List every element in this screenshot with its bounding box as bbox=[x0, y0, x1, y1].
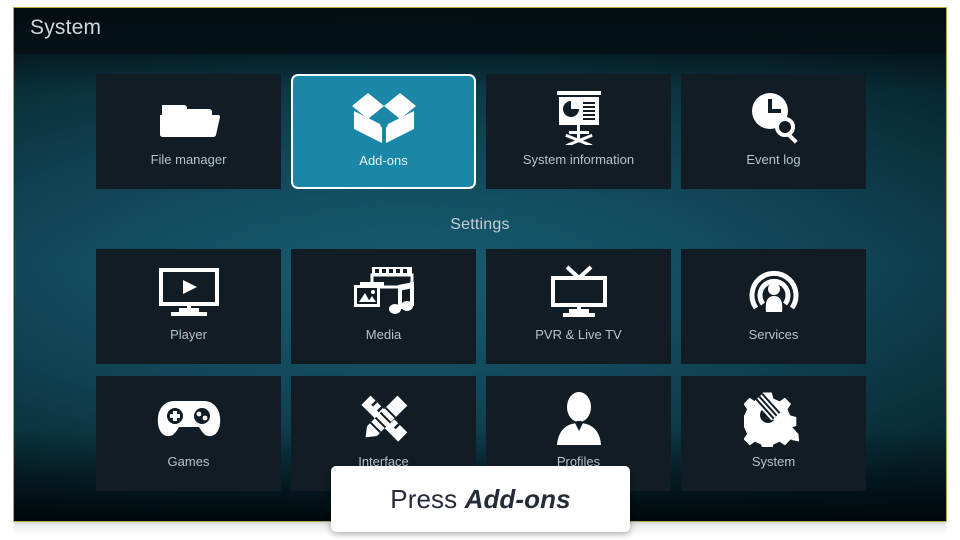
film-photo-music-icon bbox=[292, 256, 475, 328]
tile-label: Services bbox=[748, 327, 799, 342]
settings-tile-row: Player Media PVR & Live TV Services bbox=[96, 249, 866, 364]
folder-icon bbox=[97, 81, 280, 153]
open-box-icon bbox=[293, 82, 474, 154]
gear-wrench-icon bbox=[682, 383, 865, 455]
settings-section-heading: Settings bbox=[450, 216, 510, 233]
tile-services[interactable]: Services bbox=[681, 249, 866, 364]
instruction-tooltip: Press Add-ons bbox=[331, 466, 630, 532]
tile-label: Media bbox=[365, 327, 402, 342]
instruction-emphasis: Add-ons bbox=[464, 483, 571, 514]
kodi-window: System File manager Add-ons System infor… bbox=[13, 7, 947, 522]
top-tile-row: File manager Add-ons System information … bbox=[96, 74, 866, 189]
pencil-ruler-icon bbox=[292, 383, 475, 455]
clock-search-icon bbox=[682, 81, 865, 153]
monitor-play-icon bbox=[97, 256, 280, 328]
tile-label: Player bbox=[170, 327, 207, 342]
instruction-prefix: Press bbox=[390, 483, 465, 514]
tv-antenna-icon bbox=[487, 256, 670, 328]
tile-file-manager[interactable]: File manager bbox=[96, 74, 281, 189]
tile-system-information[interactable]: System information bbox=[486, 74, 671, 189]
tile-media[interactable]: Media bbox=[291, 249, 476, 364]
screenshot-page: System File manager Add-ons System infor… bbox=[0, 0, 960, 540]
page-title: System bbox=[30, 16, 102, 39]
tile-games[interactable]: Games bbox=[96, 376, 281, 491]
tile-event-log[interactable]: Event log bbox=[681, 74, 866, 189]
tile-label: Add-ons bbox=[359, 153, 408, 168]
tile-label: PVR & Live TV bbox=[535, 327, 622, 342]
tile-label: File manager bbox=[150, 152, 227, 167]
tile-player[interactable]: Player bbox=[96, 249, 281, 364]
tile-label: Event log bbox=[746, 152, 801, 167]
tile-label: System information bbox=[522, 152, 635, 167]
tile-system[interactable]: System bbox=[681, 376, 866, 491]
header-bar: System bbox=[14, 8, 946, 54]
broadcast-person-icon bbox=[682, 256, 865, 328]
gamepad-icon bbox=[97, 383, 280, 455]
tile-add-ons[interactable]: Add-ons bbox=[291, 74, 476, 189]
tile-pvr-live-tv[interactable]: PVR & Live TV bbox=[486, 249, 671, 364]
person-icon bbox=[487, 383, 670, 455]
presentation-board-icon bbox=[487, 81, 670, 153]
tile-label: Games bbox=[167, 454, 210, 469]
instruction-text: Press Add-ons bbox=[390, 484, 570, 515]
tile-label: System bbox=[751, 454, 796, 469]
window-content: System File manager Add-ons System infor… bbox=[14, 8, 946, 521]
